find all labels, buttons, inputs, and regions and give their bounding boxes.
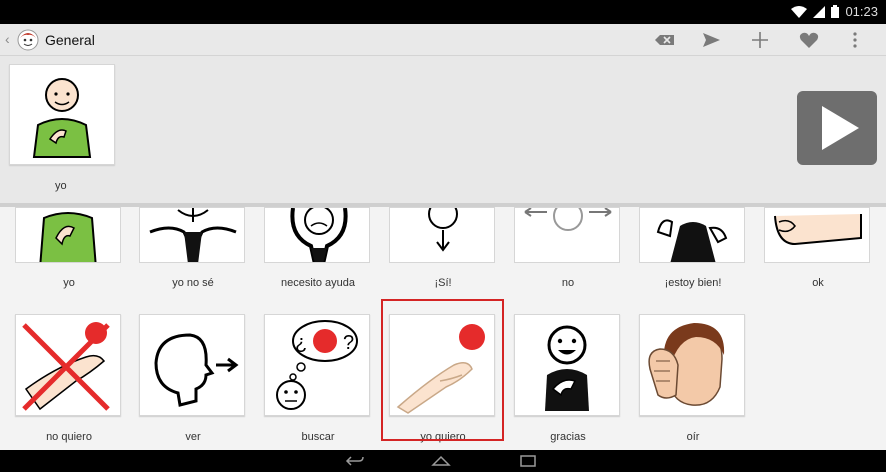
sentence-label: yo: [55, 180, 67, 192]
shaking-head-icon: [524, 208, 612, 231]
favorite-icon[interactable]: [797, 29, 821, 51]
pictogram-label: oír: [686, 431, 700, 443]
pictogram-image: [15, 207, 121, 263]
person-pointing-self-icon: [39, 212, 97, 262]
nodding-head-icon: [428, 208, 458, 252]
no-want-icon: [22, 322, 110, 411]
battery-icon: [831, 5, 840, 18]
sentence-pictogram-yo[interactable]: [9, 64, 115, 165]
pictogram-image: [514, 314, 620, 416]
pictogram-image: [639, 314, 745, 416]
pictogram-label: no: [561, 277, 575, 289]
pictogram-label: gracias: [550, 431, 586, 443]
pictogram-label: yo: [63, 277, 75, 289]
pictogram-label: ok: [812, 277, 824, 289]
see-head-icon: [154, 333, 239, 407]
listening-man-icon: [648, 323, 725, 406]
home-icon[interactable]: [431, 453, 451, 469]
pictogram-image: [639, 207, 745, 263]
pictogram-image: [764, 207, 870, 263]
back-icon[interactable]: [345, 453, 365, 469]
pictogram-image: [264, 207, 370, 263]
pictogram-image: [139, 207, 245, 263]
play-icon: [822, 106, 859, 150]
board-title: General: [45, 32, 95, 48]
clock: 01:23: [845, 4, 878, 19]
action-bar: ‹ General: [0, 24, 886, 56]
pictogram-image: [139, 314, 245, 416]
overflow-menu-icon[interactable]: [843, 29, 867, 51]
shrugging-person-icon: [149, 208, 237, 262]
pictogram-label: no quiero: [46, 431, 92, 443]
pictogram-label: buscar: [301, 431, 335, 443]
thank-you-person-icon: [545, 325, 589, 411]
add-icon[interactable]: [748, 29, 772, 51]
pictogram-image: [389, 207, 495, 263]
back-chevron-icon[interactable]: ‹: [5, 31, 10, 47]
selected-highlight: [381, 299, 504, 441]
thumbs-up-person-icon: [656, 219, 728, 262]
signal-icon: [813, 5, 826, 18]
status-bar: 01:23: [0, 0, 886, 24]
person-pointing-self-icon: [32, 78, 92, 158]
pictogram-image: [15, 314, 121, 416]
svg-text:¿: ¿: [295, 332, 307, 354]
pictogram-grid[interactable]: yo yo no sé necesito ayuda ¡Sí! no ¡esto…: [0, 207, 886, 450]
wifi-icon: [791, 5, 808, 18]
pictogram-label: yo no sé: [172, 277, 214, 289]
pictogram-label: necesito ayuda: [281, 277, 355, 289]
play-button[interactable]: [797, 91, 877, 165]
pictogram-label: ver: [185, 431, 201, 443]
pictogram-label: ¡estoy bien!: [664, 277, 722, 289]
board-area: yo yo yo no sé necesito ayuda ¡Sí! no ¡e…: [0, 56, 886, 450]
ok-hand-icon: [774, 214, 862, 246]
navigation-bar: [0, 450, 886, 472]
pictogram-image: ¿ ?: [264, 314, 370, 416]
backspace-icon[interactable]: [653, 29, 677, 51]
send-icon[interactable]: [699, 29, 723, 51]
person-asking-help-icon: [290, 208, 348, 262]
sentence-strip[interactable]: yo: [0, 56, 886, 203]
app-face-icon[interactable]: [17, 29, 39, 51]
pictogram-label: ¡Sí!: [434, 277, 452, 289]
recent-apps-icon[interactable]: [518, 453, 538, 469]
search-thought-icon: ¿ ?: [276, 320, 358, 410]
svg-text:?: ?: [343, 332, 354, 354]
pictogram-image: [514, 207, 620, 263]
